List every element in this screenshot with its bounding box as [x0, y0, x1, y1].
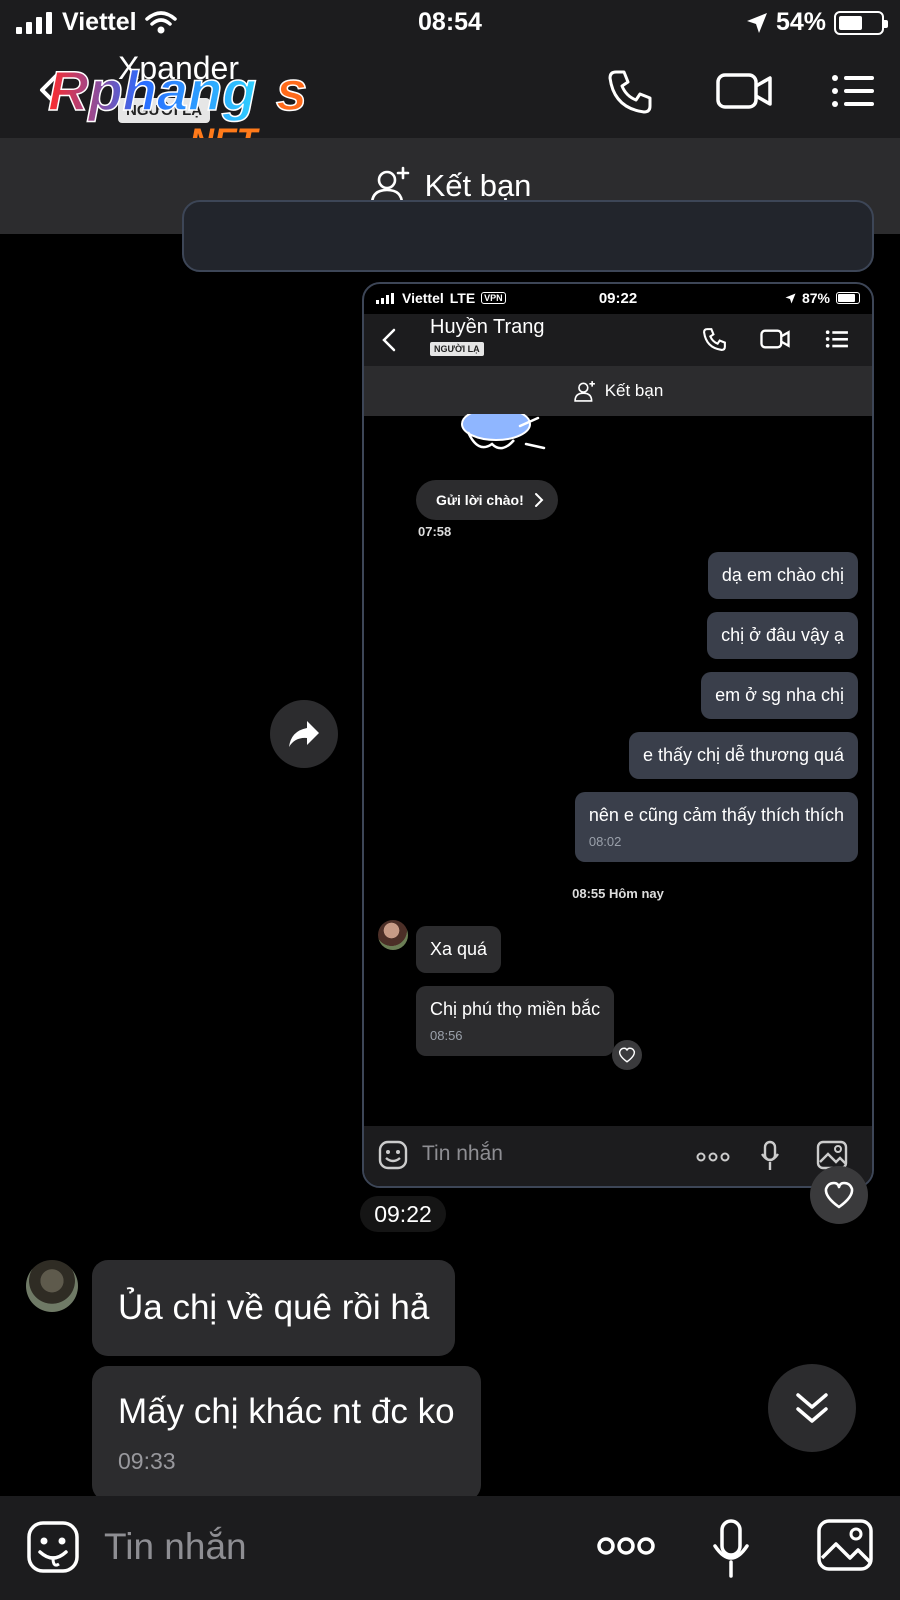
message-time: 09:33 [118, 1448, 176, 1474]
battery-percent: 54% [775, 8, 826, 36]
greeting-time: 07:58 [418, 524, 452, 539]
inner-stranger-tag: NGƯỜI LẠ [430, 342, 484, 356]
location-icon [746, 12, 767, 33]
outgoing-message: em ở sg nha chị [701, 672, 858, 719]
message-text: chị ở đâu vậy ạ [721, 625, 844, 645]
inner-menu-list-icon [825, 330, 848, 348]
inner-sticker-icon [378, 1140, 408, 1170]
message-text: dạ em chào chị [721, 565, 844, 585]
image-icon[interactable] [816, 1518, 874, 1572]
svg-text:s: s [276, 59, 307, 122]
message-input[interactable]: Tin nhắn [104, 1526, 247, 1568]
mic-icon[interactable] [712, 1518, 750, 1580]
send-greeting-label: Gửi lời chào! [436, 492, 524, 508]
inner-status-bar: Viettel LTE VPN 09:22 87% [364, 284, 872, 314]
shared-screenshot[interactable]: Viettel LTE VPN 09:22 87% Huyền Trang NG… [362, 282, 874, 1188]
sticker-icon[interactable] [26, 1520, 80, 1574]
outgoing-message: e thấy chị dễ thương quá [629, 732, 858, 779]
inner-video-icon [760, 329, 790, 349]
react-heart-button[interactable] [810, 1166, 868, 1224]
inner-mic-icon [761, 1140, 779, 1170]
svg-text:Rphang: Rphang [48, 59, 256, 122]
inner-battery-percent: 87% [801, 290, 830, 306]
more-icon[interactable] [596, 1536, 656, 1556]
battery-icon [834, 10, 888, 35]
inner-battery-icon [836, 292, 860, 304]
inner-phone-icon [703, 328, 726, 351]
inner-composer-placeholder: Tin nhắn [422, 1142, 503, 1165]
inner-add-user-icon [573, 381, 595, 402]
date-separator: 08:55 Hôm nay [572, 886, 664, 901]
inner-back-chevron-icon [382, 328, 396, 352]
inner-location-icon [785, 293, 796, 303]
message-text: em ở sg nha chị [715, 685, 844, 705]
inner-more-icon [696, 1152, 730, 1162]
incoming-message[interactable]: Ủa chị về quê rồi hả [92, 1260, 456, 1356]
scroll-to-bottom-button[interactable] [768, 1364, 856, 1452]
status-bar: Viettel 08:54 54% [0, 0, 900, 44]
inner-contact-name: Huyền Trang [430, 316, 545, 338]
inner-sender-avatar [378, 920, 408, 950]
incoming-message: Chị phú thọ miền bắc 08:56 [416, 986, 615, 1056]
message-text: Xa quá [430, 939, 488, 959]
inner-composer: Tin nhắn [364, 1126, 872, 1186]
message-time: 08:02 [588, 834, 622, 849]
message-time: 08:56 [430, 1028, 463, 1043]
send-greeting-button: Gửi lời chào! [416, 480, 558, 520]
outgoing-message: dạ em chào chị [707, 552, 858, 599]
sender-avatar[interactable] [26, 1260, 78, 1312]
message-text: Mấy chị khác nt đc ko [118, 1392, 455, 1431]
add-friend-label: Kết bạn [424, 168, 532, 203]
incoming-message[interactable]: Mấy chị khác nt đc ko 09:33 [92, 1366, 481, 1501]
message-composer: Tin nhắn [0, 1496, 900, 1600]
inner-heart-icon [612, 1040, 642, 1070]
video-icon[interactable] [716, 66, 772, 116]
message-text: Chị phú thọ miền bắc [430, 999, 601, 1019]
double-chevron-down-icon [796, 1393, 828, 1423]
outgoing-message: chị ở đâu vậy ạ [707, 612, 858, 659]
previous-message-bubble[interactable] [182, 200, 874, 272]
incoming-message: Xa quá [416, 926, 502, 973]
share-icon [289, 721, 319, 747]
message-text: Ủa chị về quê rồi hả [118, 1288, 430, 1327]
chat-header: Xpander NGƯỜI LẠ Rphang s .NET [0, 44, 900, 158]
image-message-time: 09:22 [360, 1196, 446, 1232]
inner-add-friend-bar: Kết bạn [364, 366, 872, 416]
inner-chat-header: Huyền Trang NGƯỜI LẠ [364, 314, 872, 366]
chevron-right-icon [534, 493, 544, 507]
phone-icon[interactable] [606, 66, 656, 116]
outgoing-message: nên e cũng cảm thấy thích thích 08:02 [574, 792, 858, 862]
greeting-sticker [461, 414, 546, 450]
inner-add-friend-label: Kết bạn [604, 381, 664, 400]
message-text: e thấy chị dễ thương quá [643, 745, 844, 765]
menu-list-icon[interactable] [828, 66, 878, 116]
heart-icon [824, 1181, 854, 1209]
share-button[interactable] [270, 700, 338, 768]
message-text: nên e cũng cảm thấy thích thích [588, 805, 844, 825]
